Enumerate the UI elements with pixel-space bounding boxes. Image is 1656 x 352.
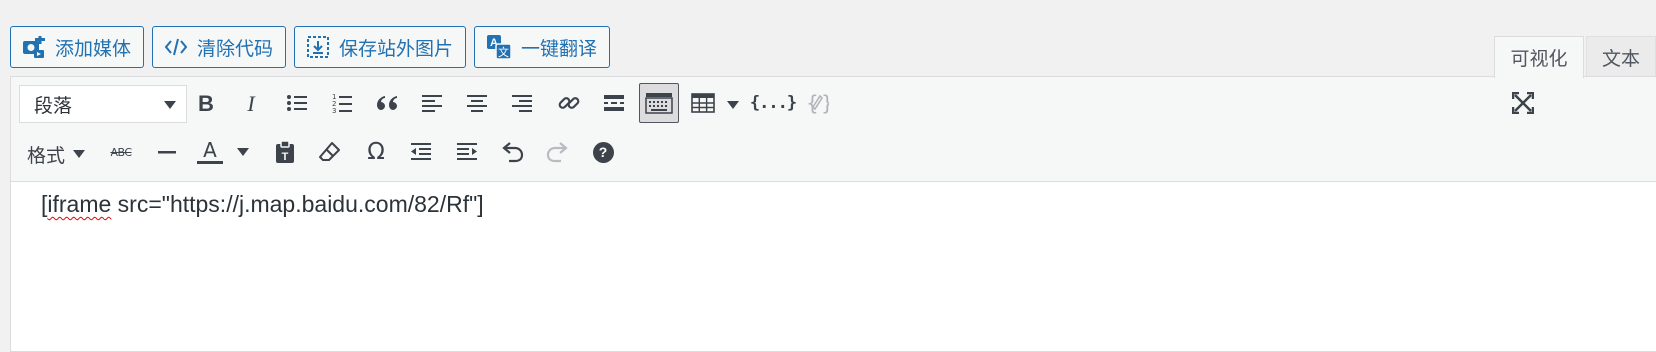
tab-text[interactable]: 文本 <box>1586 36 1656 77</box>
text-color-icon: A <box>195 140 225 164</box>
clear-formatting-button[interactable] <box>310 132 350 172</box>
toolbar-row-2: 格式 ABC A T Ω ? <box>11 132 1656 176</box>
horizontal-line-icon <box>158 151 176 154</box>
editor-toolbar: 段落 B I 123 {...} {格式 ABC A T Ω ? <box>11 77 1656 182</box>
svg-text:3: 3 <box>332 107 336 114</box>
translate-icon: A文 <box>487 35 512 60</box>
add-media-icon <box>23 36 45 58</box>
bullet-list-button[interactable] <box>277 83 317 123</box>
bold-icon: B <box>198 92 214 114</box>
save-external-images-button[interactable]: 保存站外图片 <box>294 26 467 68</box>
fullscreen-icon <box>1512 92 1534 114</box>
misspelled-word: iframe <box>47 191 112 217</box>
chevron-down-icon <box>727 101 739 109</box>
content-text: src="https://j.map.baidu.com/82/Rf"] <box>111 191 484 217</box>
translate-button[interactable]: A文 一键翻译 <box>474 26 611 68</box>
redo-icon <box>546 142 568 163</box>
text-color-letter: A <box>203 138 217 162</box>
indent-icon <box>457 143 477 160</box>
link-icon <box>558 97 580 109</box>
strikethrough-button[interactable]: ABC <box>101 132 141 172</box>
align-right-button[interactable] <box>502 83 542 123</box>
align-center-button[interactable] <box>457 83 497 123</box>
align-center-icon <box>467 95 487 112</box>
read-more-icon <box>604 95 624 111</box>
table-button[interactable] <box>691 83 745 123</box>
format-select[interactable]: 段落 <box>19 85 187 123</box>
read-more-button[interactable] <box>594 83 634 123</box>
help-icon: ? <box>592 141 614 163</box>
clear-code-label: 清除代码 <box>197 37 274 60</box>
svg-text:文: 文 <box>498 45 509 59</box>
help-button[interactable]: ? <box>583 132 623 172</box>
formats-menu[interactable]: 格式 <box>27 134 86 174</box>
remove-code-button[interactable]: {} <box>797 83 837 123</box>
clear-code-button[interactable]: 清除代码 <box>152 26 287 68</box>
bullet-list-icon <box>287 95 307 111</box>
color-swatch <box>197 161 223 164</box>
indent-button[interactable] <box>447 132 487 172</box>
help-glyph: ? <box>598 144 608 160</box>
save-external-images-label: 保存站外图片 <box>339 37 454 60</box>
tab-visual[interactable]: 可视化 <box>1494 36 1584 78</box>
media-buttons: 添加媒体 清除代码 保存站外图片 A文 一键翻译 <box>10 26 611 68</box>
code-icon <box>164 38 188 56</box>
toolbar-toggle-icon <box>645 93 673 114</box>
italic-button[interactable]: I <box>231 83 271 123</box>
code-braces-button[interactable]: {...} <box>749 83 797 123</box>
editor: 段落 B I 123 {...} {格式 ABC A T Ω ? [ifram… <box>10 76 1656 352</box>
svg-text:}: } <box>821 91 829 115</box>
undo-button[interactable] <box>492 132 532 172</box>
undo-icon <box>502 142 524 163</box>
align-left-button[interactable] <box>412 83 452 123</box>
chevron-down-icon <box>164 101 176 109</box>
svg-text:T: T <box>282 151 289 163</box>
format-select-value: 段落 <box>34 94 73 117</box>
horizontal-line-button[interactable] <box>147 132 187 172</box>
redo-button[interactable] <box>538 132 578 172</box>
editor-content[interactable]: [iframe src="https://j.map.baidu.com/82/… <box>41 191 484 218</box>
bold-button[interactable]: B <box>186 83 226 123</box>
editor-mode-tabs: 可视化 文本 <box>1494 36 1656 78</box>
paste-text-button[interactable]: T <box>265 132 305 172</box>
align-right-icon <box>512 95 532 112</box>
svg-text:{: { <box>806 91 819 115</box>
toolbar-row-1: 段落 B I 123 {...} { <box>11 83 1656 127</box>
italic-icon: I <box>246 92 256 114</box>
special-character-button[interactable]: Ω <box>356 132 396 172</box>
fullscreen-button[interactable] <box>1503 83 1543 123</box>
table-icon <box>691 93 715 113</box>
add-media-button[interactable]: 添加媒体 <box>10 26 145 68</box>
translate-label: 一键翻译 <box>521 37 598 60</box>
svg-text:I: I <box>246 92 256 114</box>
code-braces-icon: {...} <box>749 93 797 113</box>
outdent-button[interactable] <box>401 132 441 172</box>
strikethrough-icon: ABC <box>110 145 132 159</box>
outdent-icon <box>411 143 431 160</box>
blockquote-icon <box>377 96 397 110</box>
link-button[interactable] <box>549 83 589 123</box>
chevron-down-icon <box>237 148 249 156</box>
clear-formatting-icon <box>319 142 340 161</box>
blockquote-button[interactable] <box>367 83 407 123</box>
numbered-list-button[interactable]: 123 <box>322 83 362 123</box>
chevron-down-icon <box>73 150 86 158</box>
add-media-label: 添加媒体 <box>55 37 132 60</box>
toolbar-toggle-button[interactable] <box>639 83 679 123</box>
formats-menu-label: 格式 <box>27 144 66 167</box>
numbered-list-icon: 123 <box>332 93 352 114</box>
svg-text:B: B <box>198 92 214 114</box>
paste-text-icon: T <box>276 140 294 163</box>
align-left-icon <box>422 95 442 112</box>
remove-code-icon: {} <box>806 91 829 115</box>
text-color-button[interactable]: A <box>193 132 251 172</box>
special-character-icon: Ω <box>367 139 385 165</box>
download-image-icon <box>307 36 330 58</box>
